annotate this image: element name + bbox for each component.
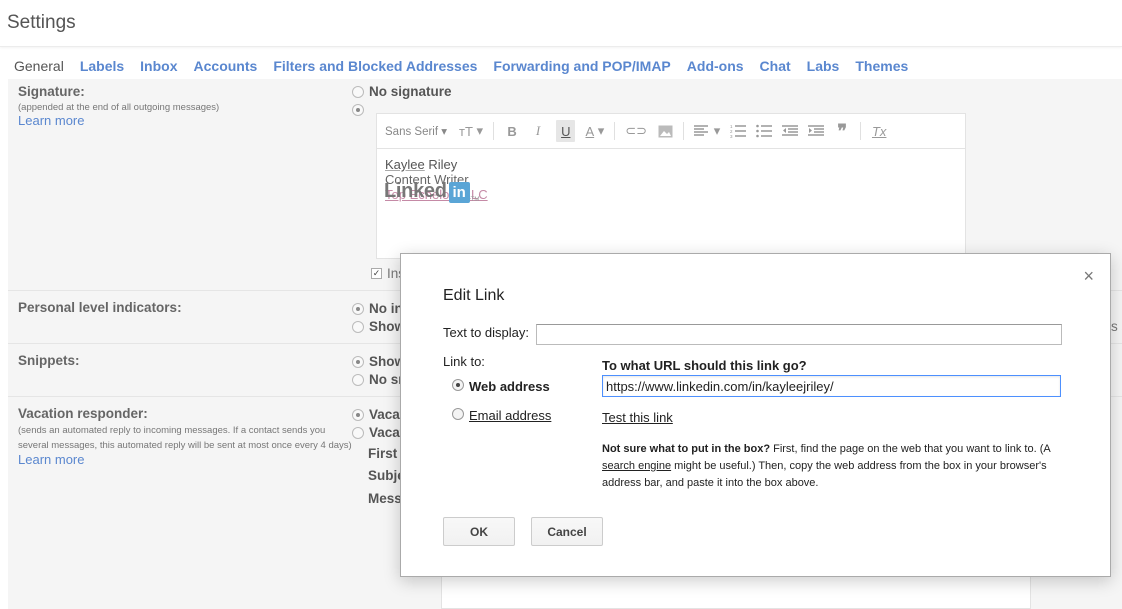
link-icon[interactable]: ⊂⊃: [625, 120, 647, 142]
font-size-icon[interactable]: тТ ▾: [459, 120, 483, 142]
signature-editor[interactable]: Sans Serif ▾ тТ ▾ B I U A ▾ ⊂⊃ ▾ 123 ❞ T…: [376, 113, 966, 259]
edit-link-dialog: × Edit Link Text to display: Link to: We…: [400, 253, 1111, 577]
help-text: Not sure what to put in the box? First, …: [602, 443, 1051, 489]
tab-inbox[interactable]: Inbox: [140, 58, 177, 74]
web-address-label[interactable]: Web address: [469, 379, 550, 394]
align-icon[interactable]: ▾: [694, 120, 720, 142]
vacation-on-label: Vacat: [369, 425, 405, 440]
vacation-message-editor[interactable]: [441, 575, 1031, 609]
signature-learn-more-link[interactable]: Learn more: [18, 113, 84, 128]
bulleted-list-icon[interactable]: [756, 120, 773, 142]
vacation-learn-more-link[interactable]: Learn more: [18, 452, 84, 467]
no-signature-label: No signature: [369, 84, 452, 99]
ok-button[interactable]: OK: [443, 517, 515, 546]
indent-less-icon[interactable]: [782, 120, 799, 142]
image-icon[interactable]: [657, 120, 673, 142]
url-question: To what URL should this link go?: [602, 358, 807, 373]
signature-name: Kaylee Riley: [385, 157, 458, 172]
link-to-label: Link to:: [443, 354, 485, 369]
personal-indicators-off-label: No in: [369, 301, 403, 316]
snippets-show-radio[interactable]: [352, 356, 364, 368]
numbered-list-icon[interactable]: 123: [730, 120, 747, 142]
tab-labs[interactable]: Labs: [807, 58, 840, 74]
settings-tabs: General Labels Inbox Accounts Filters an…: [14, 58, 924, 74]
url-input[interactable]: [602, 375, 1061, 397]
text-to-display-input[interactable]: [536, 324, 1062, 345]
personal-indicators-show-radio[interactable]: [352, 321, 364, 333]
font-select[interactable]: Sans Serif ▾: [385, 124, 447, 138]
tab-accounts[interactable]: Accounts: [194, 58, 258, 74]
editor-toolbar: Sans Serif ▾ тТ ▾ B I U A ▾ ⊂⊃ ▾ 123 ❞ T…: [377, 114, 965, 149]
email-address-radio[interactable]: [452, 408, 464, 420]
underline-icon[interactable]: U: [556, 120, 576, 142]
snippets-off-radio[interactable]: [352, 374, 364, 386]
text-color-icon[interactable]: A ▾: [585, 120, 604, 142]
tab-forwarding[interactable]: Forwarding and POP/IMAP: [493, 58, 670, 74]
svg-text:3: 3: [730, 134, 733, 138]
test-link[interactable]: Test this link: [602, 410, 673, 425]
indent-more-icon[interactable]: [808, 120, 825, 142]
bold-icon[interactable]: B: [504, 120, 520, 142]
vacation-desc-1: (sends an automated reply to incoming me…: [18, 425, 326, 436]
page-title: Settings: [7, 12, 76, 33]
tab-general[interactable]: General: [14, 58, 64, 74]
tab-chat[interactable]: Chat: [760, 58, 791, 74]
tab-labels[interactable]: Labels: [80, 58, 124, 74]
personal-indicators-off-radio[interactable]: [352, 303, 364, 315]
tab-filters[interactable]: Filters and Blocked Addresses: [273, 58, 477, 74]
search-engine-link[interactable]: search engine: [602, 460, 671, 472]
web-address-radio[interactable]: [452, 379, 464, 391]
settings-header: Settings: [0, 0, 1122, 47]
personal-indicators-label: Personal level indicators:: [18, 300, 182, 315]
signature-radio[interactable]: [352, 104, 364, 116]
vacation-desc-2: several messages, this automated reply w…: [18, 440, 352, 451]
clear-formatting-icon[interactable]: Tx: [871, 120, 887, 142]
vacation-off-radio[interactable]: [352, 409, 364, 421]
text-to-display-label: Text to display:: [443, 325, 529, 340]
tab-themes[interactable]: Themes: [855, 58, 908, 74]
italic-icon[interactable]: I: [530, 120, 546, 142]
vacation-on-radio[interactable]: [352, 427, 364, 439]
cancel-button[interactable]: Cancel: [531, 517, 603, 546]
snippets-label: Snippets:: [18, 353, 80, 368]
personal-indicators-trailing-text: s s: [1111, 319, 1122, 334]
linkedin-logo: Linked in TM: [384, 180, 480, 203]
vacation-off-label: Vacat: [369, 407, 405, 422]
dialog-title: Edit Link: [443, 287, 505, 304]
email-address-label[interactable]: Email address: [469, 408, 551, 423]
tab-addons[interactable]: Add-ons: [687, 58, 744, 74]
quote-icon[interactable]: ❞: [834, 120, 850, 142]
close-icon[interactable]: ×: [1083, 266, 1094, 287]
vacation-label: Vacation responder:: [18, 406, 148, 421]
no-signature-radio[interactable]: [352, 86, 364, 98]
signature-label: Signature:: [18, 84, 85, 99]
insert-signature-checkbox[interactable]: ✓: [371, 268, 382, 279]
